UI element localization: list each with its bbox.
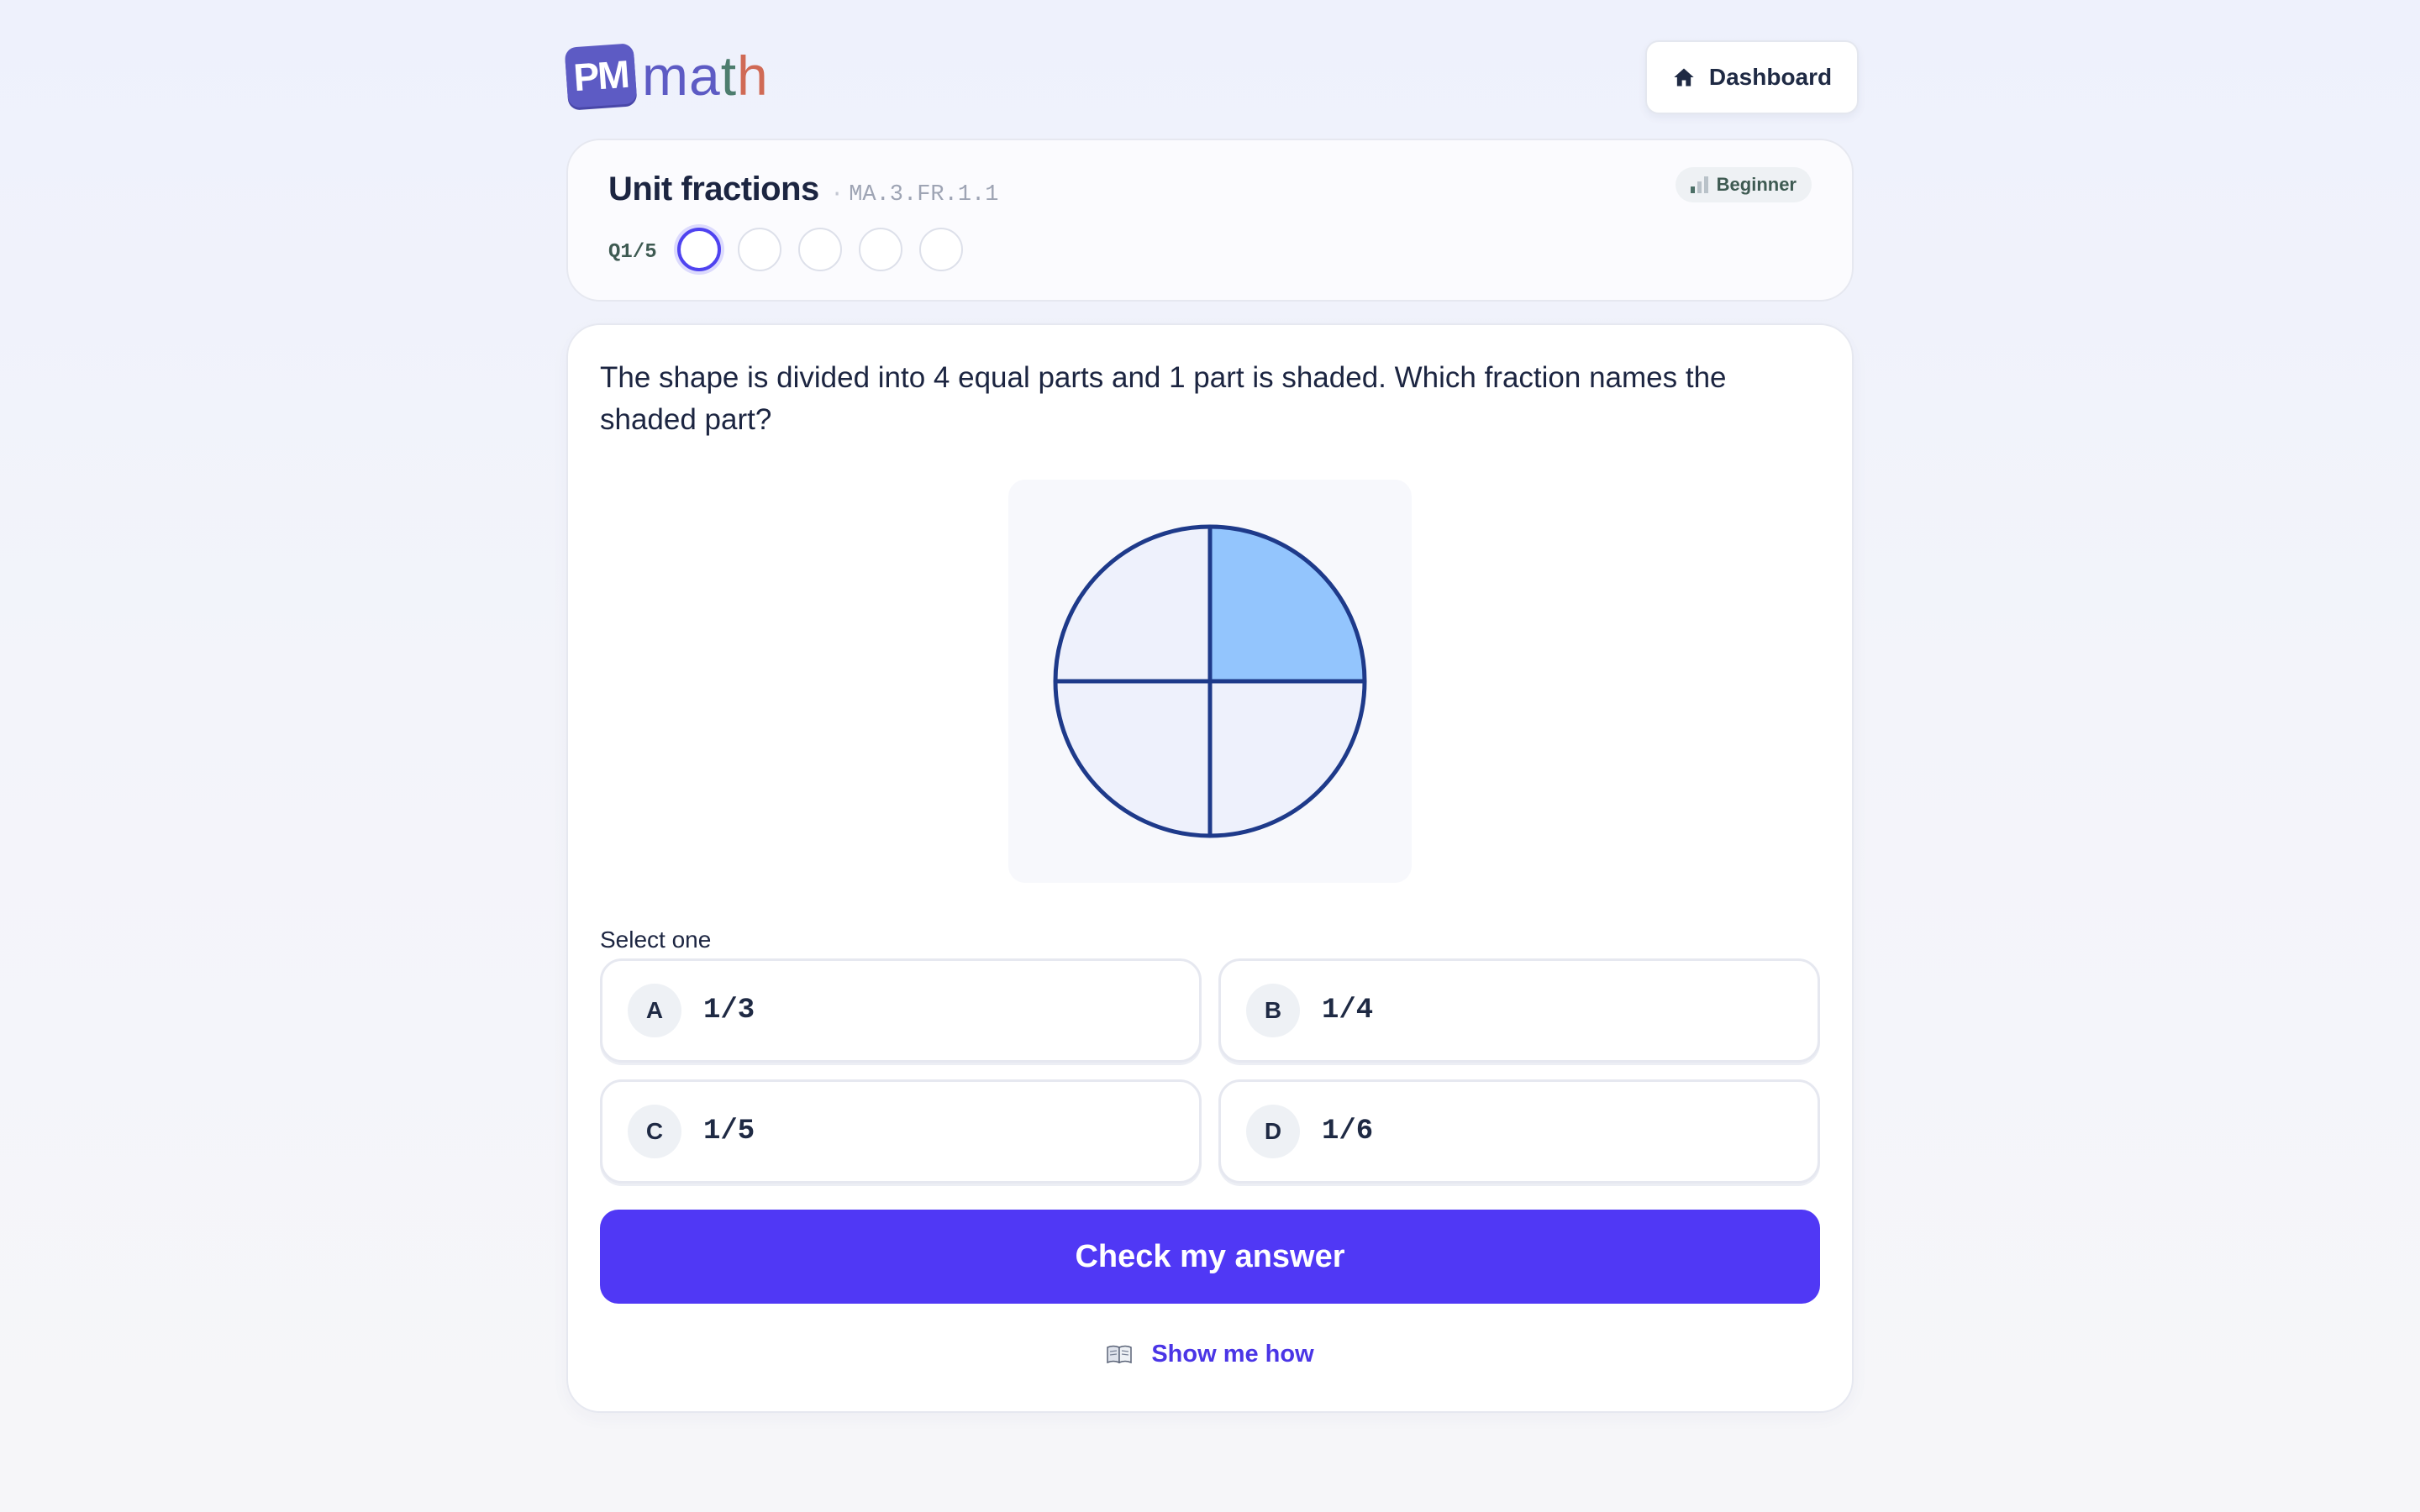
- standard-code: · MA.3.FR.1.1: [830, 182, 998, 207]
- answer-option-d[interactable]: D 1/6: [1218, 1079, 1820, 1184]
- show-me-how-link[interactable]: Show me how: [568, 1333, 1852, 1375]
- question-counter: Q1/5: [608, 241, 657, 264]
- dashboard-button-label: Dashboard: [1708, 64, 1833, 90]
- option-letter: A: [628, 984, 681, 1037]
- question-dot-2[interactable]: [738, 228, 781, 271]
- circle-quarter-top-left: [1055, 527, 1210, 681]
- select-one-label: Select one: [600, 927, 712, 953]
- logo-badge: PM: [564, 43, 638, 108]
- circle-quarter-top-right-shaded: [1210, 527, 1365, 681]
- app-root: PM math Dashboard Unit fractions · MA.3.F…: [0, 0, 2420, 1512]
- unit-title: Unit fractions: [608, 171, 819, 207]
- fraction-circle: [1053, 524, 1367, 838]
- question-dot-3[interactable]: [798, 228, 842, 271]
- option-value: 1/4: [1322, 995, 1374, 1026]
- question-dot-4[interactable]: [859, 228, 902, 271]
- answer-option-c[interactable]: C 1/5: [600, 1079, 1202, 1184]
- option-letter: C: [628, 1105, 681, 1158]
- circle-quarter-bottom-right: [1210, 681, 1365, 836]
- unit-header-card: Unit fractions · MA.3.FR.1.1 Beginner Q1/…: [566, 139, 1854, 302]
- option-value: 1/5: [703, 1116, 755, 1147]
- dashboard-button[interactable]: Dashboard: [1645, 40, 1859, 114]
- level-badge: Beginner: [1675, 167, 1812, 202]
- code-separator: ·: [830, 182, 844, 207]
- option-letter: B: [1246, 984, 1300, 1037]
- option-letter: D: [1246, 1105, 1300, 1158]
- question-card: The shape is divided into 4 equal parts …: [566, 323, 1854, 1413]
- logo-word-t: t: [720, 45, 738, 107]
- book-icon: [1107, 1345, 1133, 1364]
- show-me-how-label: Show me how: [1151, 1340, 1314, 1368]
- option-value: 1/3: [703, 995, 755, 1026]
- question-dot-1[interactable]: [677, 228, 721, 271]
- circle-quarter-bottom-left: [1055, 681, 1210, 836]
- question-dot-5[interactable]: [919, 228, 963, 271]
- logo-word-ma: ma: [642, 45, 721, 107]
- question-progress-dots: [677, 228, 963, 271]
- option-value: 1/6: [1322, 1116, 1374, 1147]
- standard-code-text: MA.3.FR.1.1: [849, 182, 999, 207]
- level-label: Beginner: [1716, 174, 1797, 195]
- answer-option-a[interactable]: A 1/3: [600, 958, 1202, 1063]
- question-text: The shape is divided into 4 equal parts …: [600, 361, 1727, 436]
- answer-option-b[interactable]: B 1/4: [1218, 958, 1820, 1063]
- logo-wordmark: math: [642, 48, 769, 103]
- home-icon: [1674, 68, 1694, 87]
- logo-word-h: h: [737, 45, 769, 107]
- signal-bars-icon: [1690, 176, 1708, 193]
- fraction-figure: [1008, 480, 1412, 883]
- check-answer-button[interactable]: Check my answer: [600, 1210, 1820, 1304]
- app-logo[interactable]: PM math: [564, 42, 769, 109]
